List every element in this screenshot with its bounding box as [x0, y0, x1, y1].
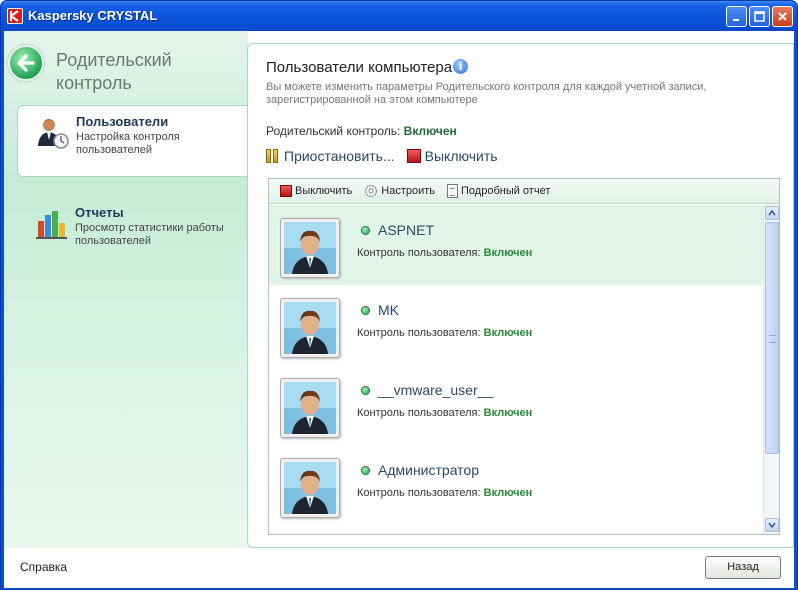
- user-name-text: MK: [378, 302, 399, 318]
- maximize-icon: [754, 11, 765, 22]
- disable-label: Выключить: [424, 148, 498, 164]
- user-status: Контроль пользователя: Включен: [357, 247, 532, 259]
- list-toolbar: Выключить Настроить Подробный отчет: [269, 179, 779, 204]
- user-name-text: Администратор: [378, 462, 480, 478]
- title-bar[interactable]: Kaspersky CRYSTAL: [1, 1, 797, 31]
- user-row[interactable]: Администратор Контроль пользователя: Вкл…: [269, 445, 763, 525]
- close-icon: [778, 12, 787, 21]
- action-links: Приостановить... Выключить: [266, 148, 498, 164]
- user-status: Контроль пользователя: Включен: [357, 327, 532, 339]
- user-avatar-icon: [284, 462, 336, 514]
- sidebar: Родительский контроль Пользователи Настр…: [4, 31, 248, 548]
- user-name: MK: [361, 302, 399, 318]
- pause-icon: [266, 149, 280, 163]
- info-icon[interactable]: i: [453, 59, 469, 74]
- avatar: [280, 298, 340, 358]
- sidebar-item-reports[interactable]: Отчеты Просмотр статистики работы пользо…: [17, 197, 248, 269]
- status-dot-icon: [361, 225, 370, 235]
- arrow-left-icon: [17, 54, 35, 72]
- status-dot-icon: [361, 305, 370, 315]
- avatar: [280, 218, 340, 278]
- page-title-text: Пользователи компьютера: [266, 59, 453, 76]
- scroll-thumb[interactable]: [765, 222, 779, 454]
- user-status-value: Включен: [483, 407, 533, 419]
- user-status-value: Включен: [483, 247, 533, 259]
- document-icon: [447, 184, 459, 198]
- status-label: Родительский контроль:: [266, 124, 401, 138]
- kaspersky-k-icon: [7, 8, 23, 24]
- chevron-up-icon: [768, 209, 776, 216]
- pause-button[interactable]: Приостановить...: [266, 148, 395, 164]
- user-status-label: Контроль пользователя:: [357, 407, 481, 419]
- user-name-text: __vmware_user__: [378, 382, 494, 398]
- user-status-label: Контроль пользователя:: [357, 247, 481, 259]
- app-window: Kaspersky CRYSTAL Родительский контроль: [0, 0, 798, 590]
- sidebar-item-title: Пользователи: [76, 114, 169, 129]
- user-avatar-icon: [284, 302, 336, 354]
- close-button[interactable]: [772, 6, 793, 27]
- stop-icon: [406, 149, 421, 163]
- toolbar-configure-button[interactable]: Настроить: [364, 184, 435, 198]
- user-name: ASPNET: [361, 222, 434, 238]
- chevron-down-icon: [768, 522, 776, 529]
- pause-label: Приостановить...: [284, 148, 395, 164]
- sidebar-item-users[interactable]: Пользователи Настройка контроля пользова…: [17, 105, 248, 177]
- sidebar-item-desc: Настройка контроля пользователей: [76, 131, 180, 156]
- toolbar-configure-label: Настроить: [381, 185, 436, 197]
- main-panel: Пользователи компьютера i Вы можете измен…: [247, 43, 794, 548]
- gear-icon: [365, 184, 378, 198]
- user-status: Контроль пользователя: Включен: [357, 407, 532, 419]
- window-title: Kaspersky CRYSTAL: [28, 8, 158, 23]
- user-row[interactable]: __vmware_user__ Контроль пользователя: В…: [269, 365, 763, 445]
- stop-icon: [280, 185, 292, 197]
- disable-button[interactable]: Выключить: [406, 148, 498, 164]
- status-dot-icon: [361, 465, 370, 475]
- user-status-label: Контроль пользователя:: [357, 327, 481, 339]
- toolbar-disable-label: Выключить: [295, 185, 353, 197]
- user-avatar-icon: [284, 382, 336, 434]
- section-title: Родительский контроль: [56, 50, 172, 93]
- user-row[interactable]: ASPNET Контроль пользователя: Включен: [269, 205, 763, 285]
- avatar: [280, 378, 340, 438]
- bar-chart-icon: [36, 211, 67, 239]
- avatar: [280, 458, 340, 518]
- help-link[interactable]: Справка: [20, 560, 67, 574]
- window-client-area: Родительский контроль Пользователи Настр…: [4, 31, 794, 588]
- scroll-up-button[interactable]: [765, 206, 779, 220]
- vertical-scrollbar[interactable]: [763, 205, 779, 534]
- users-list: Выключить Настроить Подробный отчет ASPN…: [268, 178, 780, 535]
- minimize-icon: [733, 19, 739, 21]
- footer: Справка Назад: [4, 548, 794, 588]
- parental-control-status: Родительский контроль: Включен: [266, 124, 457, 138]
- maximize-button[interactable]: [749, 6, 770, 27]
- user-name: __vmware_user__: [361, 382, 493, 398]
- users-icon: [38, 119, 69, 149]
- user-status-label: Контроль пользователя:: [357, 487, 481, 499]
- user-name: Администратор: [361, 462, 479, 478]
- back-nav-button[interactable]: [8, 45, 44, 81]
- toolbar-report-button[interactable]: Подробный отчет: [447, 184, 550, 198]
- user-name-text: ASPNET: [378, 222, 435, 238]
- page-title: Пользователи компьютера i: [266, 59, 469, 76]
- page-description: Вы можете изменить параметры Родительско…: [266, 81, 707, 106]
- minimize-button[interactable]: [726, 6, 747, 27]
- sidebar-item-title: Отчеты: [75, 205, 124, 220]
- back-button[interactable]: Назад: [705, 556, 781, 579]
- status-dot-icon: [361, 385, 370, 395]
- user-avatar-icon: [284, 222, 336, 274]
- user-status-value: Включен: [483, 327, 533, 339]
- user-status-value: Включен: [483, 487, 533, 499]
- user-status: Контроль пользователя: Включен: [357, 487, 532, 499]
- scroll-down-button[interactable]: [765, 518, 779, 532]
- toolbar-disable-button[interactable]: Выключить: [280, 185, 352, 197]
- toolbar-report-label: Подробный отчет: [461, 185, 551, 197]
- user-row[interactable]: MK Контроль пользователя: Включен: [269, 285, 763, 365]
- sidebar-item-desc: Просмотр статистики работы пользователей: [75, 222, 224, 247]
- users-list-rows: ASPNET Контроль пользователя: Включен MK…: [269, 205, 763, 534]
- status-value: Включен: [403, 124, 457, 138]
